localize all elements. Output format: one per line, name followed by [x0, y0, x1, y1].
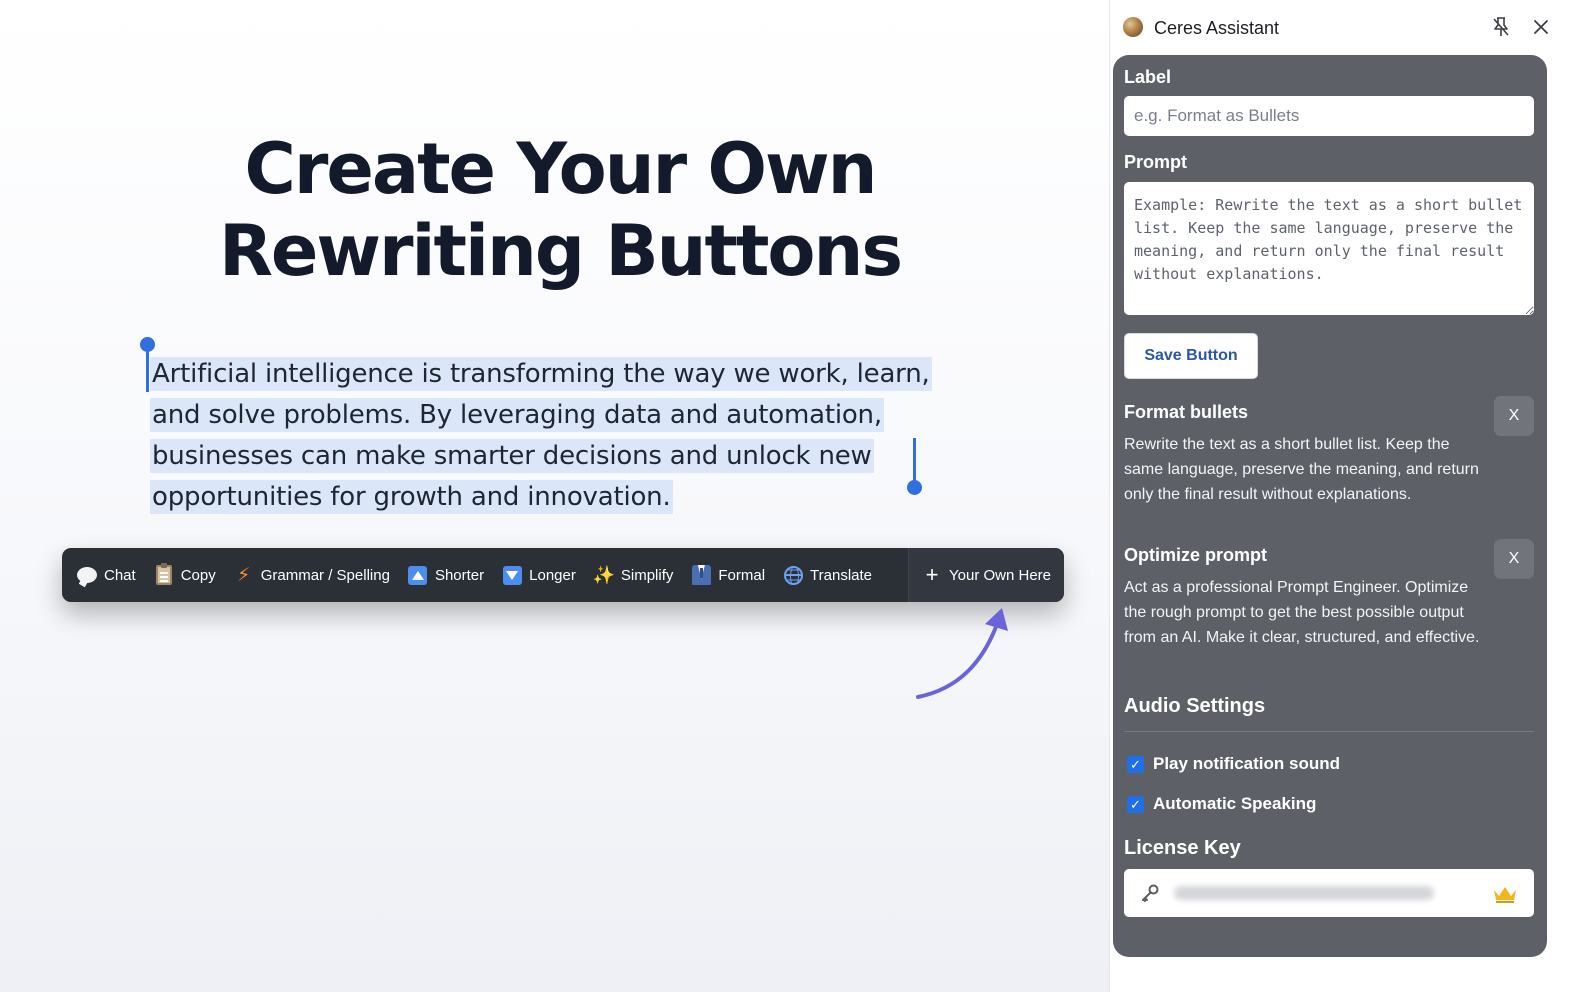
plus-icon: +: [925, 562, 939, 587]
selection-highlight: Artificial intelligence is transforming …: [150, 357, 932, 514]
checkbox-label: Automatic Speaking: [1153, 794, 1317, 813]
custom-button-description: Rewrite the text as a short bullet list.…: [1124, 436, 1479, 503]
toolbar-button-label: Grammar / Spelling: [260, 566, 390, 584]
pin-button[interactable]: [1490, 16, 1512, 38]
rewrite-toolbar: Chat Copy ⚡ Grammar / Spelling Shorter L…: [62, 548, 1064, 602]
chat-bubble-icon: [77, 565, 97, 585]
crown-icon: [1494, 887, 1516, 903]
toolbar-formal-button[interactable]: Formal: [682, 548, 774, 602]
lightning-bolt-icon: ⚡: [237, 564, 251, 586]
panel-title: Ceres Assistant: [1154, 18, 1280, 38]
license-key-masked-value: [1174, 886, 1434, 900]
selected-paragraph[interactable]: Artificial intelligence is transforming …: [150, 354, 960, 518]
play-notification-checkbox[interactable]: ✓ Play notification sound: [1127, 754, 1340, 774]
toolbar-grammar-button[interactable]: ⚡ Grammar / Spelling: [225, 548, 399, 602]
label-input[interactable]: [1124, 96, 1534, 136]
toolbar-translate-button[interactable]: Translate: [774, 548, 881, 602]
toolbar-button-label: Chat: [104, 566, 136, 584]
toolbar-button-label: Translate: [810, 566, 873, 584]
toolbar-shorter-button[interactable]: Shorter: [399, 548, 493, 602]
toolbar-copy-button[interactable]: Copy: [145, 548, 225, 602]
checkbox-label: Play notification sound: [1153, 754, 1341, 773]
toolbar-simplify-button[interactable]: ✨ Simplify: [585, 548, 683, 602]
custom-button-item: Format bullets Rewrite the text as a sho…: [1124, 396, 1534, 507]
close-button[interactable]: [1530, 16, 1552, 38]
headline-line-1: Create Your Own: [244, 128, 877, 210]
headline-line-2: Rewriting Buttons: [218, 210, 903, 292]
pointer-arrow-icon: [916, 608, 1008, 699]
toolbar-button-label: Simplify: [620, 566, 674, 584]
license-key-heading: License Key: [1124, 837, 1241, 859]
remove-custom-button[interactable]: X: [1494, 396, 1534, 436]
checkbox-checked-icon: ✓: [1127, 755, 1144, 773]
toolbar-button-label: Longer: [529, 566, 576, 584]
section-divider: [1124, 731, 1534, 732]
toolbar-button-label: Shorter: [434, 566, 485, 584]
key-icon: [1142, 884, 1159, 902]
selection-end-handle[interactable]: [907, 438, 922, 495]
globe-icon: [783, 565, 803, 585]
label-heading: Label: [1124, 67, 1172, 87]
pin-icon: [1493, 17, 1509, 36]
selection-start-handle[interactable]: [140, 337, 155, 392]
checkbox-checked-icon: ✓: [1127, 795, 1144, 813]
suit-icon: [691, 565, 711, 585]
page-headline: Create Your Own Rewriting Buttons: [0, 128, 1120, 292]
toolbar-longer-button[interactable]: Longer: [493, 548, 585, 602]
clipboard-icon: [154, 563, 174, 585]
toolbar-button-label: Your Own Here: [949, 566, 1051, 584]
custom-button-item: Optimize prompt Act as a professional Pr…: [1124, 539, 1534, 650]
custom-button-title: Optimize prompt: [1124, 545, 1267, 565]
audio-settings-heading: Audio Settings: [1124, 695, 1266, 717]
prompt-textarea[interactable]: [1124, 182, 1534, 315]
custom-button-title: Format bullets: [1124, 402, 1249, 422]
editor-canvas: Create Your Own Rewriting Buttons Artifi…: [0, 0, 1110, 992]
toolbar-button-label: Formal: [718, 566, 766, 584]
triangle-down-icon: [502, 565, 522, 585]
license-key-field[interactable]: [1124, 869, 1534, 917]
assistant-panel: Label Prompt Save Button Format bullets …: [1113, 55, 1547, 957]
automatic-speaking-checkbox[interactable]: ✓ Automatic Speaking: [1127, 794, 1316, 814]
sparkles-icon: ✨: [592, 564, 616, 585]
toolbar-button-label: Copy: [180, 566, 216, 584]
save-button[interactable]: Save Button: [1124, 333, 1258, 379]
toolbar-your-own-button[interactable]: + Your Own Here: [908, 548, 1064, 602]
ceres-logo-icon: [1123, 17, 1143, 37]
custom-button-description: Act as a professional Prompt Engineer. O…: [1124, 579, 1480, 646]
remove-custom-button[interactable]: X: [1494, 539, 1534, 579]
close-icon: [1534, 20, 1548, 34]
toolbar-chat-button[interactable]: Chat: [68, 548, 145, 602]
prompt-heading: Prompt: [1124, 152, 1187, 172]
triangle-up-icon: [408, 565, 428, 585]
